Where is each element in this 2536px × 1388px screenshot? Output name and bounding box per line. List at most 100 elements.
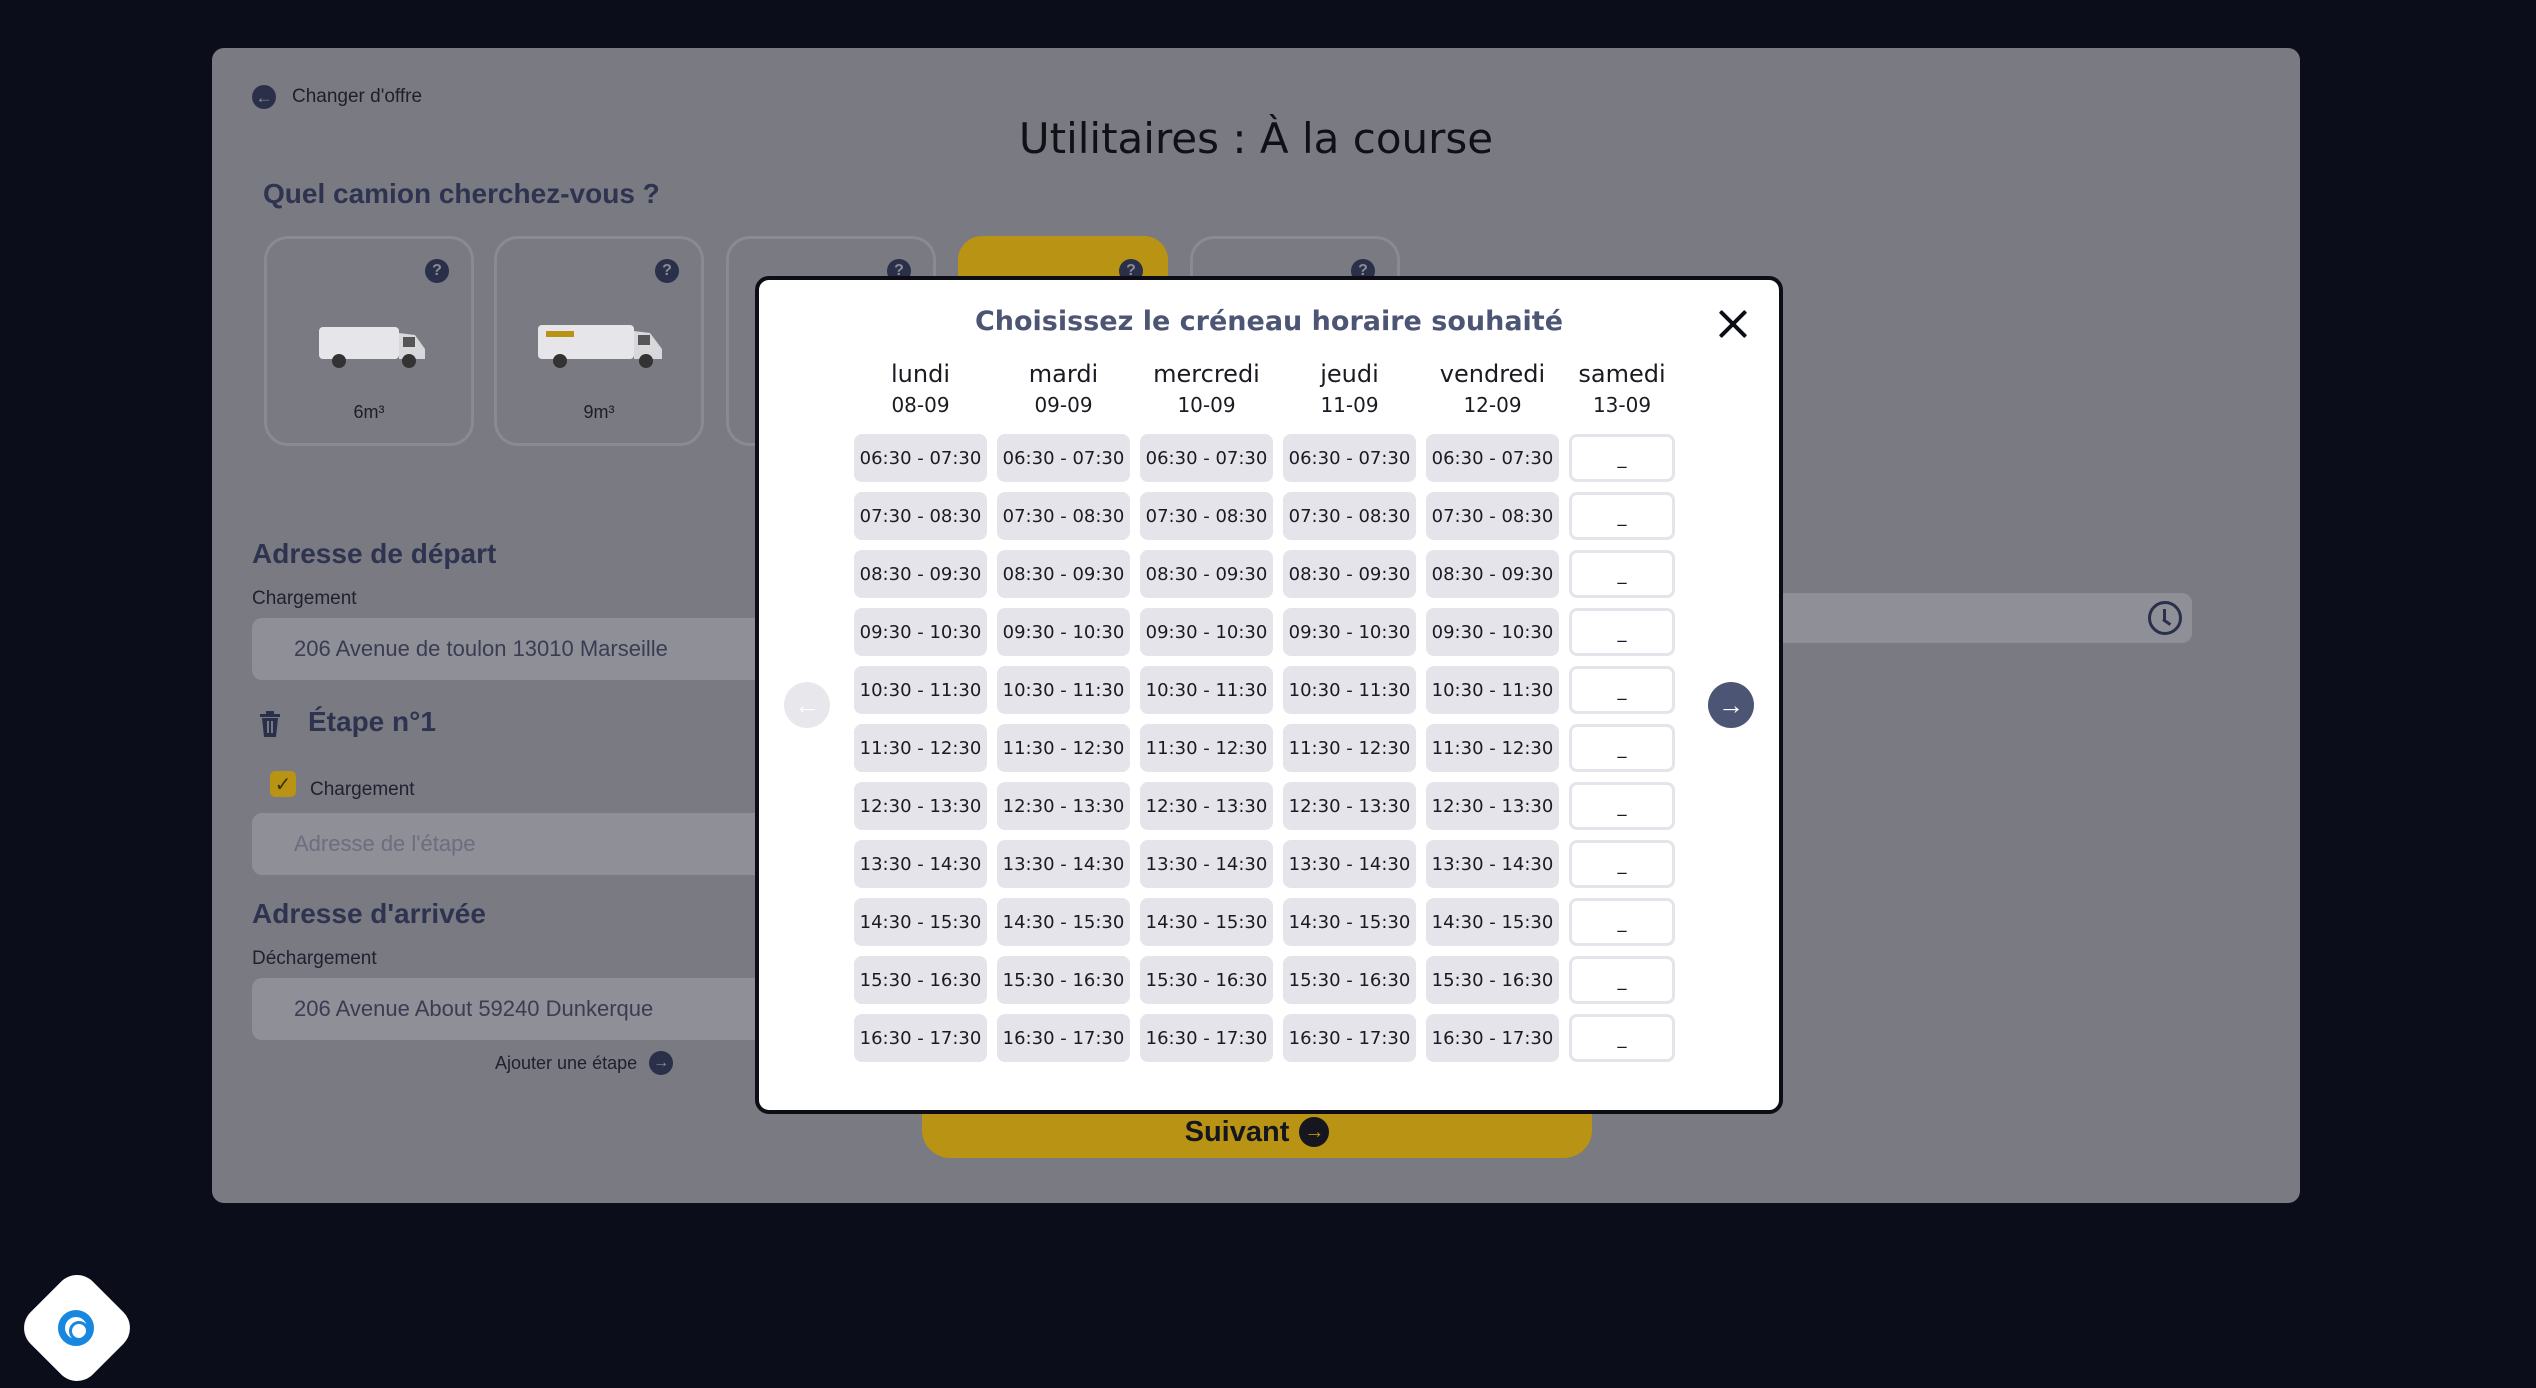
time-input[interactable] [1752,593,2192,643]
time-slot-button[interactable]: 11:30 - 12:30 [1426,724,1559,772]
unavailable-slot: _ [1569,492,1675,540]
time-slot-button[interactable]: 13:30 - 14:30 [854,840,987,888]
arrow-right-icon: → [649,1051,674,1075]
time-slot-button[interactable]: 09:30 - 10:30 [997,608,1130,656]
day-date: 10-09 [1177,393,1236,417]
time-slot-button[interactable]: 12:30 - 13:30 [997,782,1130,830]
time-slot-button[interactable]: 07:30 - 08:30 [1283,492,1416,540]
time-slot-button[interactable]: 12:30 - 13:30 [1426,782,1559,830]
time-slot-button[interactable]: 07:30 - 08:30 [1140,492,1273,540]
time-slot-button[interactable]: 11:30 - 12:30 [854,724,987,772]
time-slot-button[interactable]: 07:30 - 08:30 [1426,492,1559,540]
step-address-input[interactable]: Adresse de l'étape [252,813,772,875]
day-column-mercredi: mercredi 10-09 06:30 - 07:30 07:30 - 08:30 0… [1140,358,1273,1062]
departure-address-input[interactable]: 206 Avenue de toulon 13010 Marseille [252,618,772,680]
help-icon[interactable]: ? [425,259,449,283]
time-slot-button[interactable]: 10:30 - 11:30 [1283,666,1416,714]
time-slot-button[interactable]: 13:30 - 14:30 [1426,840,1559,888]
van-icon [319,327,425,368]
time-slot-button[interactable]: 16:30 - 17:30 [1426,1014,1559,1062]
add-step-label: Ajouter une étape [495,1052,638,1073]
time-slot-button[interactable]: 15:30 - 16:30 [1426,956,1559,1004]
time-slot-button[interactable]: 10:30 - 11:30 [854,666,987,714]
trash-icon[interactable] [258,710,282,738]
add-step-link[interactable]: Ajouter une étape → [495,1051,674,1075]
slot-list: 06:30 - 07:30 07:30 - 08:30 08:30 - 09:30 0… [1140,434,1273,1062]
time-slot-button[interactable]: 12:30 - 13:30 [1140,782,1273,830]
time-slot-button[interactable]: 16:30 - 17:30 [1140,1014,1273,1062]
time-slot-button[interactable]: 14:30 - 15:30 [1283,898,1416,946]
time-slot-modal: Choisissez le créneau horaire souhaité ←… [755,276,1783,1114]
loading-checkbox-label: Chargement [310,779,415,800]
time-slot-button[interactable]: 06:30 - 07:30 [1283,434,1416,482]
previous-week-button[interactable]: ← [784,682,830,728]
time-slot-button[interactable]: 10:30 - 11:30 [1426,666,1559,714]
time-slot-button[interactable]: 10:30 - 11:30 [1140,666,1273,714]
time-slot-button[interactable]: 14:30 - 15:30 [997,898,1130,946]
help-icon[interactable]: ? [655,259,679,283]
day-date: 13-09 [1592,393,1652,417]
truck-option-9m3[interactable]: ? 9m³ [494,236,704,446]
time-slot-button[interactable]: 13:30 - 14:30 [997,840,1130,888]
time-slot-button[interactable]: 09:30 - 10:30 [1140,608,1273,656]
time-slot-button[interactable]: 10:30 - 11:30 [997,666,1130,714]
time-slot-button[interactable]: 06:30 - 07:30 [1140,434,1273,482]
time-slot-button[interactable]: 08:30 - 09:30 [1426,550,1559,598]
time-slot-button[interactable]: 09:30 - 10:30 [1426,608,1559,656]
time-slot-button[interactable]: 08:30 - 09:30 [854,550,987,598]
unavailable-slot: _ [1569,898,1675,946]
truck-question-heading: Quel camion cherchez-vous ? [263,178,660,209]
time-slot-button[interactable]: 13:30 - 14:30 [1140,840,1273,888]
close-icon[interactable] [1715,306,1751,342]
time-slot-button[interactable]: 12:30 - 13:30 [854,782,987,830]
day-name: samedi [1578,360,1666,388]
time-slot-button[interactable]: 11:30 - 12:30 [1140,724,1273,772]
lifebuoy-icon[interactable] [58,1310,94,1346]
loading-checkbox[interactable]: ✓ [270,771,296,797]
time-slot-button[interactable]: 14:30 - 15:30 [854,898,987,946]
time-slot-button[interactable]: 14:30 - 15:30 [1426,898,1559,946]
time-slot-button[interactable]: 12:30 - 13:30 [1283,782,1416,830]
time-slot-button[interactable]: 06:30 - 07:30 [1426,434,1559,482]
unavailable-slot: _ [1569,608,1675,656]
day-name: mercredi [1153,360,1260,388]
day-column-lundi: lundi 08-09 06:30 - 07:30 07:30 - 08:30 08:3… [854,358,987,1062]
time-slot-button[interactable]: 15:30 - 16:30 [854,956,987,1004]
day-column-samedi: samedi 13-09 _ _ _ _ _ _ _ _ _ _ _ [1569,358,1675,1062]
change-offer-link[interactable]: ← Changer d'offre [252,85,422,109]
time-slot-button[interactable]: 16:30 - 17:30 [1283,1014,1416,1062]
time-slot-button[interactable]: 15:30 - 16:30 [1140,956,1273,1004]
next-button-label: Suivant [1184,1115,1290,1148]
truck-option-6m3[interactable]: ? 6m³ [264,236,474,446]
time-slot-button[interactable]: 16:30 - 17:30 [997,1014,1130,1062]
departure-label: Chargement [252,588,357,609]
day-date: 12-09 [1463,393,1522,417]
unavailable-slot: _ [1569,782,1675,830]
time-slot-button[interactable]: 09:30 - 10:30 [854,608,987,656]
next-week-button[interactable]: → [1708,682,1754,728]
unavailable-slot: _ [1569,666,1675,714]
time-slot-button[interactable]: 07:30 - 08:30 [997,492,1130,540]
time-slot-button[interactable]: 16:30 - 17:30 [854,1014,987,1062]
time-slot-button[interactable]: 13:30 - 14:30 [1283,840,1416,888]
time-slot-button[interactable]: 08:30 - 09:30 [1140,550,1273,598]
arrow-right-icon: → [1299,1117,1330,1147]
time-slot-button[interactable]: 06:30 - 07:30 [997,434,1130,482]
time-slot-button[interactable]: 09:30 - 10:30 [1283,608,1416,656]
time-slot-button[interactable]: 14:30 - 15:30 [1140,898,1273,946]
time-slot-button[interactable]: 08:30 - 09:30 [997,550,1130,598]
time-slot-button[interactable]: 07:30 - 08:30 [854,492,987,540]
unavailable-slot: _ [1569,434,1675,482]
arrival-address-input[interactable]: 206 Avenue About 59240 Dunkerque [252,978,772,1040]
time-slot-button[interactable]: 06:30 - 07:30 [854,434,987,482]
time-slot-button[interactable]: 15:30 - 16:30 [997,956,1130,1004]
time-slot-button[interactable]: 08:30 - 09:30 [1283,550,1416,598]
unavailable-slot: _ [1569,550,1675,598]
van-icon [538,325,662,368]
clock-icon[interactable] [2148,601,2182,635]
time-slot-button[interactable]: 11:30 - 12:30 [1283,724,1416,772]
time-slot-button[interactable]: 11:30 - 12:30 [997,724,1130,772]
day-name: lundi [891,360,950,388]
modal-title: Choisissez le créneau horaire souhaité [974,306,1564,337]
time-slot-button[interactable]: 15:30 - 16:30 [1283,956,1416,1004]
